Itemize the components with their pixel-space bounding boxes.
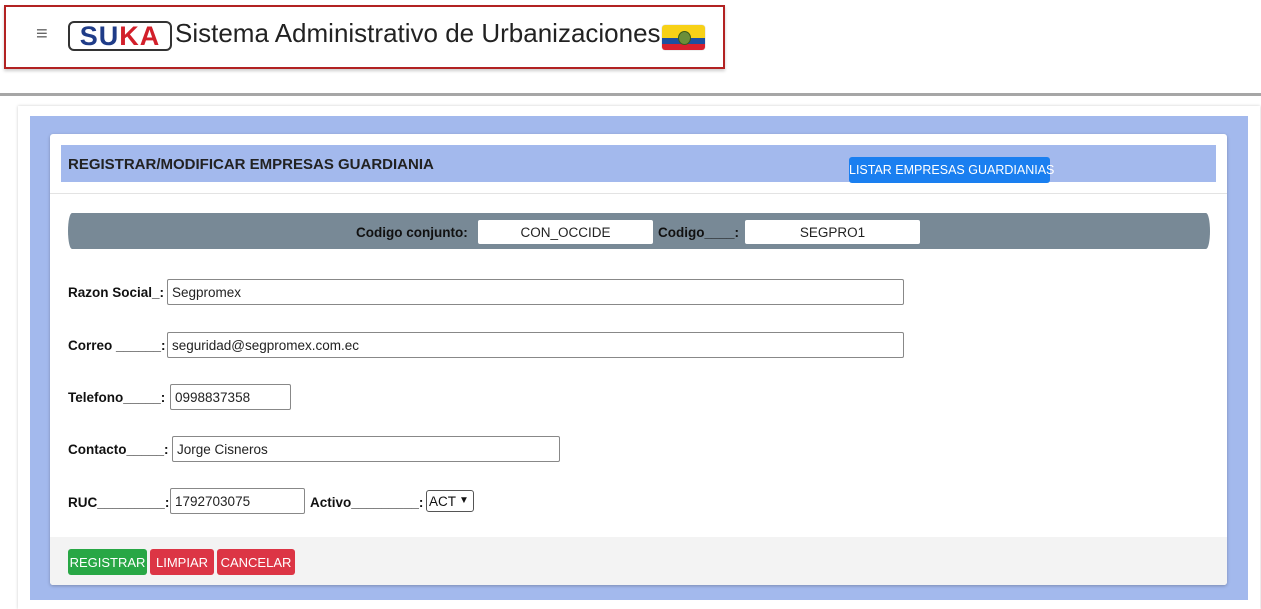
top-header: ≡ SU KA Sistema Administrativo de Urbaniz… (0, 0, 1261, 96)
form-title: REGISTRAR/MODIFICAR EMPRESAS GUARDIANIA (68, 156, 434, 173)
list-companies-button[interactable]: LISTAR EMPRESAS GUARDIANIAS (849, 157, 1054, 183)
card-header: REGISTRAR/MODIFICAR EMPRESAS GUARDIANIA … (61, 145, 1216, 183)
correo-input[interactable] (167, 332, 904, 358)
app-title: Sistema Administrativo de Urbanizaciones (175, 18, 661, 48)
codigo-input[interactable] (745, 220, 920, 244)
ecuador-flag-icon (662, 25, 705, 50)
cancel-button[interactable]: CANCELAR (217, 549, 295, 575)
telefono-input[interactable] (170, 384, 291, 410)
code-bar: Codigo conjunto: Codigo____: (68, 213, 1210, 249)
telefono-label: Telefono_____: (68, 390, 166, 405)
activo-select[interactable]: ACT ▼ (426, 490, 474, 512)
ruc-input[interactable] (170, 488, 305, 514)
suka-logo: SU KA (68, 21, 172, 51)
form-card: REGISTRAR/MODIFICAR EMPRESAS GUARDIANIA … (50, 134, 1227, 585)
razon-social-input[interactable] (167, 279, 904, 305)
contacto-label: Contacto_____: (68, 442, 169, 457)
logo-su-text: SU (79, 20, 120, 51)
codigo-conjunto-label: Codigo conjunto: (356, 225, 468, 240)
hamburger-icon[interactable]: ≡ (36, 24, 48, 44)
activo-label: Activo_________: (310, 495, 424, 510)
razon-social-label: Razon Social_: (68, 285, 165, 300)
clear-button[interactable]: LIMPIAR (150, 549, 214, 575)
contacto-input[interactable] (172, 436, 560, 462)
activo-select-value: ACT (429, 493, 456, 509)
logo-ka-text: KA (119, 20, 161, 51)
ruc-label: RUC_________: (68, 495, 170, 510)
chevron-down-icon: ▼ (459, 495, 469, 506)
correo-label: Correo ______: (68, 338, 166, 353)
register-button[interactable]: REGISTRAR (68, 549, 147, 575)
actions-footer: REGISTRAR LIMPIAR CANCELAR (50, 537, 1227, 585)
header-divider (50, 193, 1227, 194)
codigo-label: Codigo____: (658, 225, 740, 240)
codigo-conjunto-input[interactable] (478, 220, 653, 244)
